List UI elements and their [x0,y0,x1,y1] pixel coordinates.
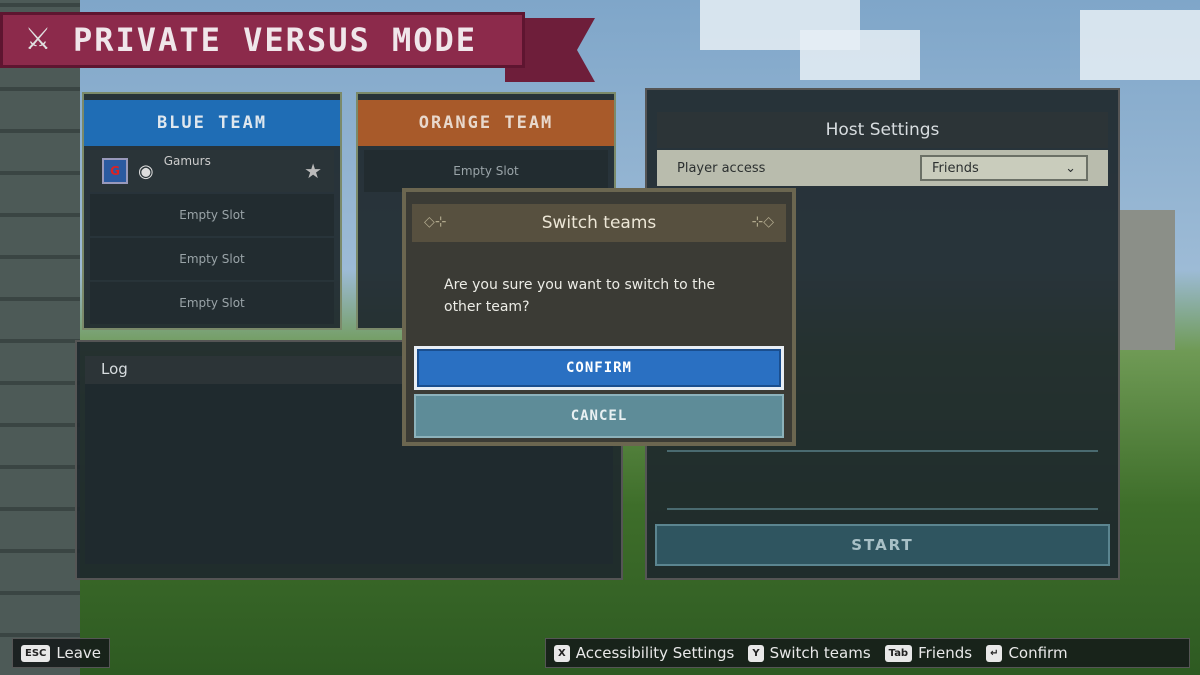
switch-teams-hint[interactable]: Switch teams [770,644,871,662]
ornament-icon: ⊹◇ [751,214,775,230]
dialog-title-bar: ◇⊹ Switch teams ⊹◇ [412,204,786,242]
dialog-message: Are you sure you want to switch to the o… [444,277,716,315]
orange-team-header: ORANGE TEAM [358,100,614,146]
start-button[interactable]: START [655,524,1110,566]
leave-hint[interactable]: ESC Leave [12,638,110,668]
cloud [800,30,920,80]
host-star-icon: ★ [304,159,322,183]
player-name: Gamurs [163,154,211,168]
blue-team-panel: BLUE TEAM G ◉ Gamurs ★ Empty Slot Empty … [82,92,342,330]
dropdown-value: Friends [932,160,979,176]
x-key-icon: X [554,644,570,662]
friends-hint[interactable]: Friends [918,644,972,662]
empty-slot[interactable]: Empty Slot [90,282,334,324]
action-hints-bar: X Accessibility Settings Y Switch teams … [545,638,1190,668]
player-access-dropdown[interactable]: Friends ⌄ [920,155,1088,181]
castle-tower-background [1120,210,1175,350]
stone-wall-background [0,0,80,675]
steam-icon: ◉ [138,160,154,182]
player-access-label: Player access [677,160,766,176]
player-avatar: G [102,158,128,184]
leave-label: Leave [56,644,101,662]
switch-teams-dialog: ◇⊹ Switch teams ⊹◇ Are you sure you want… [402,188,796,446]
chevron-down-icon: ⌄ [1065,160,1076,176]
crossed-swords-icon: ⚔ [24,22,52,57]
page-title: PRIVATE VERSUS MODE [73,21,478,59]
empty-slot[interactable]: Empty Slot [364,150,608,192]
tab-key-icon: Tab [884,644,913,662]
music-staff-decoration [667,450,1098,510]
esc-key-icon: ESC [21,644,51,662]
cloud [1080,10,1200,80]
y-key-icon: Y [748,644,764,662]
player-slot[interactable]: G ◉ Gamurs ★ [90,150,334,192]
empty-slot[interactable]: Empty Slot [90,238,334,280]
player-access-row: Player access Friends ⌄ [657,150,1108,186]
confirm-button[interactable]: CONFIRM [414,346,784,390]
blue-team-header: BLUE TEAM [84,100,340,146]
confirm-hint[interactable]: Confirm [1008,644,1067,662]
ornament-icon: ◇⊹ [424,214,447,230]
host-settings-header: Host Settings [657,112,1108,148]
accessibility-settings-hint[interactable]: Accessibility Settings [576,644,735,662]
dialog-title: Switch teams [541,213,657,233]
enter-key-icon: ↵ [986,644,1003,662]
cancel-button[interactable]: CANCEL [414,394,784,438]
title-banner: ⚔ PRIVATE VERSUS MODE [0,12,525,68]
empty-slot[interactable]: Empty Slot [90,194,334,236]
